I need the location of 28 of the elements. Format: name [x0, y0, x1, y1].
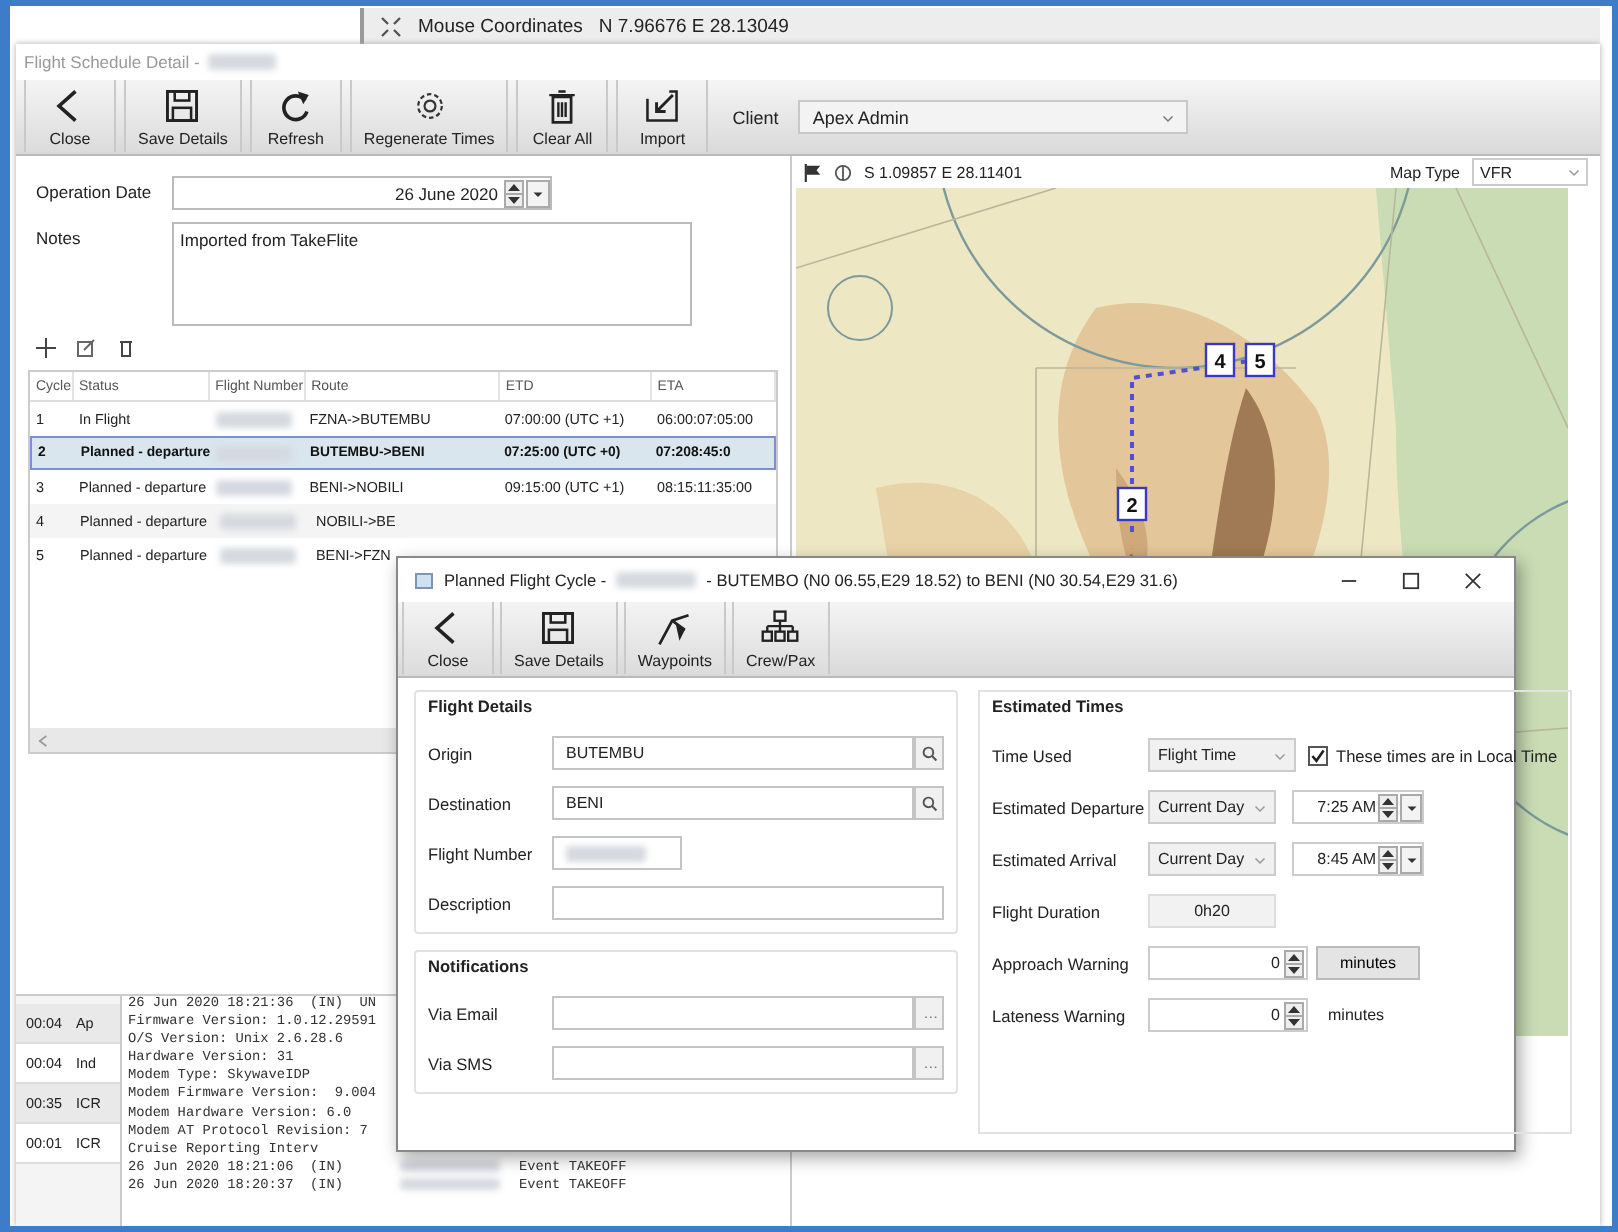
group-title: Estimated Times: [992, 696, 1124, 716]
dialog-title: Planned Flight Cycle -: [444, 570, 607, 590]
mouse-coordinates: N 7.96676 E 28.13049: [598, 15, 789, 37]
window-title: Flight Schedule Detail -: [24, 52, 200, 72]
group-title: Flight Details: [428, 696, 533, 716]
field-label: Estimated Arrival: [992, 849, 1119, 869]
field-label: Origin: [428, 743, 475, 763]
field-label: Estimated Departure: [992, 797, 1140, 817]
field-label: Via SMS: [428, 1053, 495, 1073]
field-label: Lateness Warning: [992, 1005, 1128, 1025]
field-label: Time Used: [992, 745, 1074, 765]
field-label: Flight Duration: [992, 901, 1102, 921]
field-label: Approach Warning: [992, 953, 1131, 973]
unit-label: minutes: [1328, 1006, 1385, 1024]
mouse-coordinates-label: Mouse Coordinates: [418, 15, 583, 37]
field-label: Operation Date: [36, 180, 154, 202]
field-label: Destination: [428, 793, 514, 813]
map-type-label: Map Type: [1390, 163, 1460, 181]
dialog-title: - BUTEMBO (N0 06.55,E29 18.52) to BENI (N0 30.54,E29 31.6): [706, 570, 1178, 590]
map-coordinates: S 1.09857 E 28.11401: [864, 163, 1023, 181]
field-label: Flight Number: [428, 843, 535, 863]
checkbox-label: These times are in Local Time: [1336, 745, 1558, 765]
group-title: Notifications: [428, 956, 529, 976]
client-label: Client: [732, 107, 779, 127]
duration-field: 0h20: [1148, 894, 1276, 928]
field-label: Description: [428, 893, 514, 913]
field-label: Via Email: [428, 1003, 500, 1023]
field-label: Notes: [36, 226, 83, 248]
